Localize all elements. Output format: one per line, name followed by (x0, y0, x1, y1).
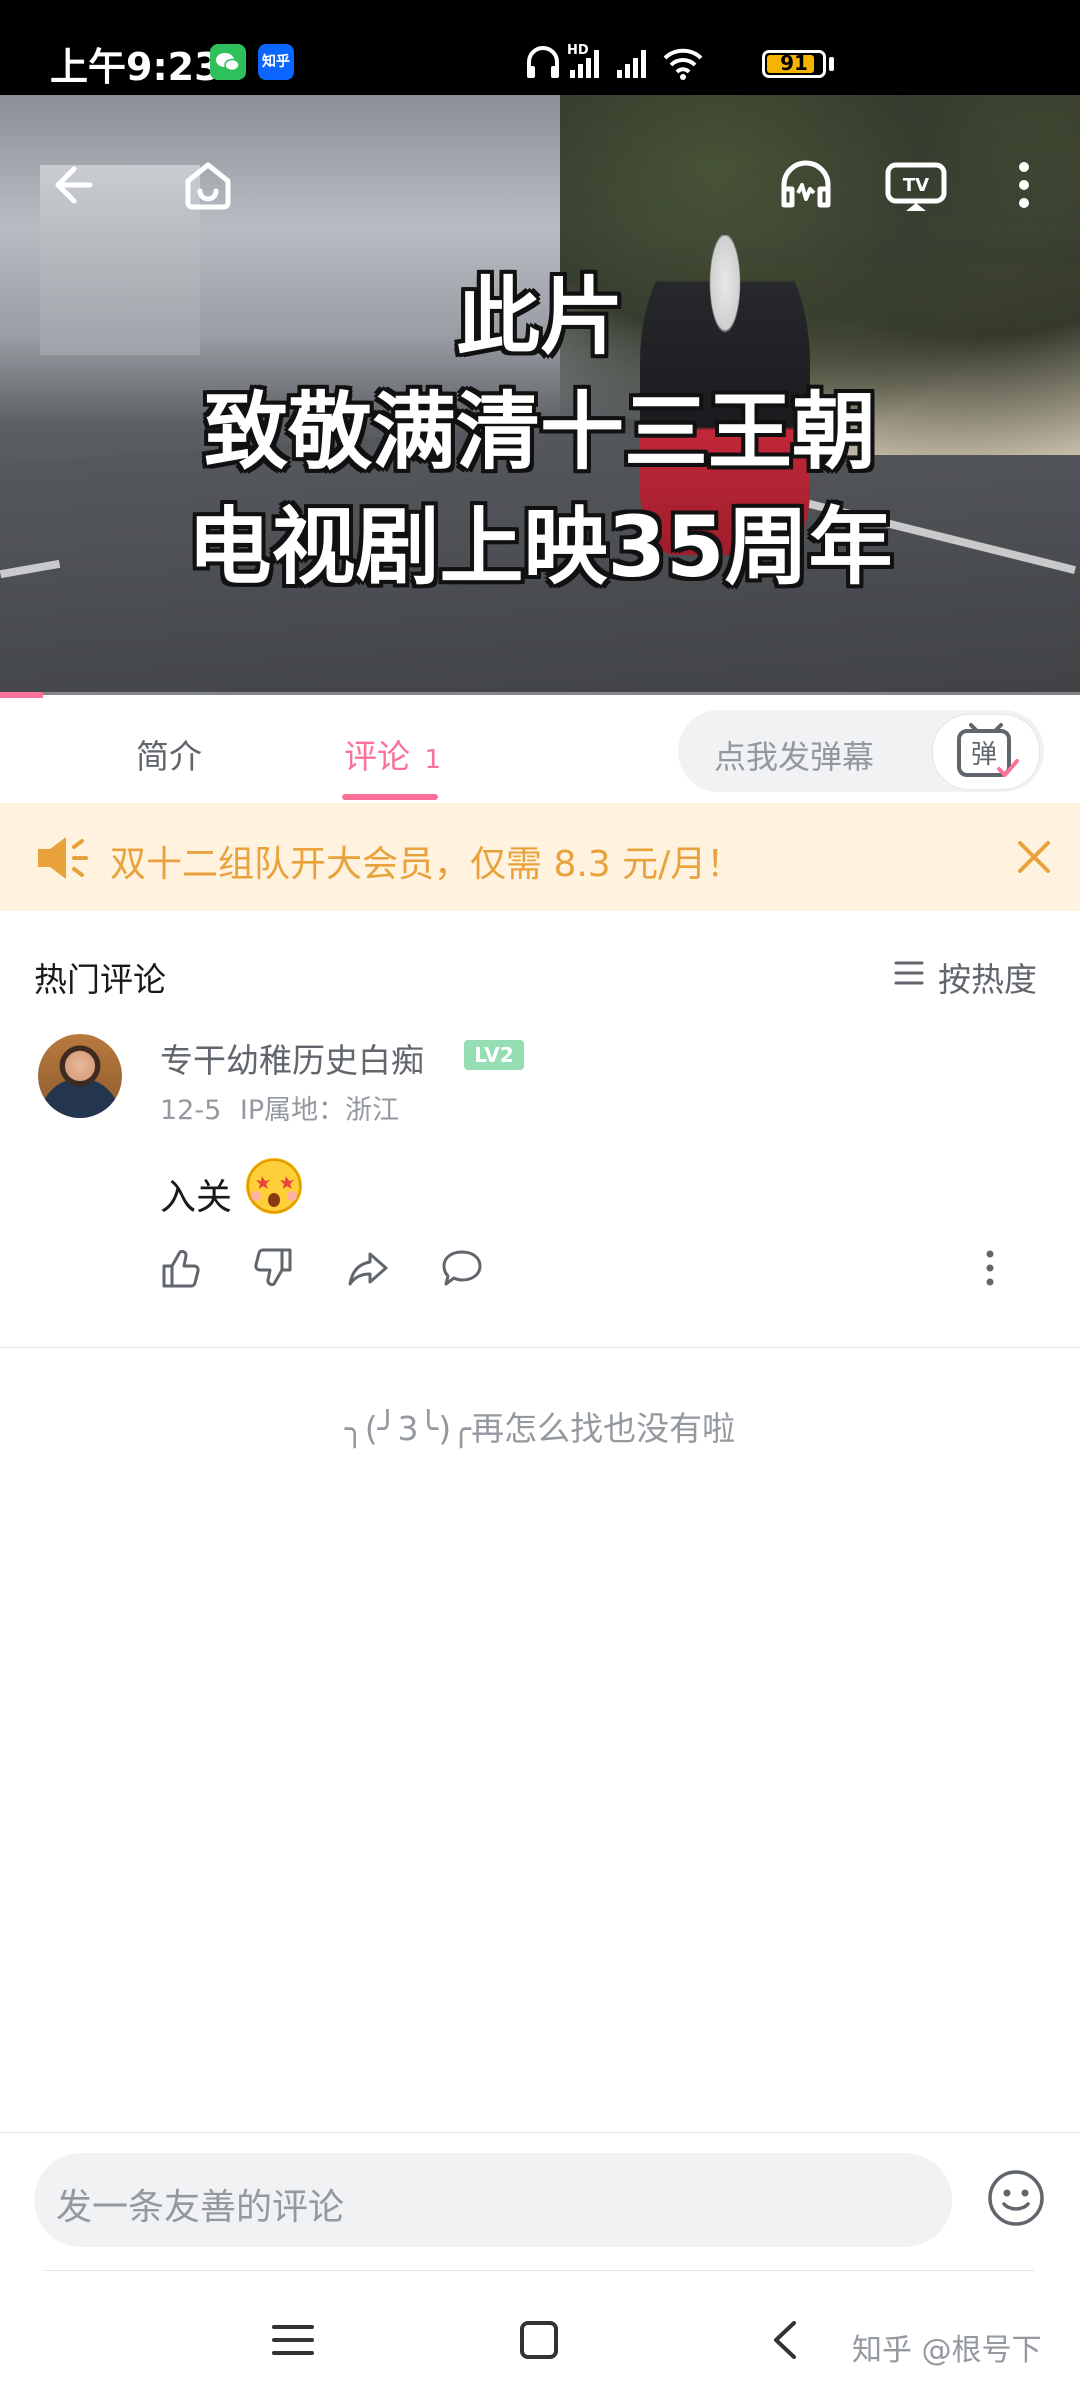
danmaku-icon: 弹 (957, 723, 1019, 777)
comment-meta: 12-5 IP属地：浙江 (160, 1088, 399, 1127)
wechat-icon (210, 44, 246, 80)
danmaku-button-label: 弹 (971, 740, 997, 770)
comment-more-icon[interactable] (978, 1246, 1002, 1290)
headphones-icon[interactable] (774, 153, 838, 217)
recent-apps-icon[interactable] (268, 2315, 318, 2365)
video-caption-line: 此片 (455, 268, 624, 366)
comment-date: 12-5 (160, 1095, 222, 1126)
tab-active-indicator (342, 794, 438, 800)
comments-section-title: 热门评论 (34, 960, 166, 999)
status-bar: 上午9:23 知乎 HD 91 (0, 0, 1080, 95)
banner-text: 双十二组队开大会员，仅需 8.3 元/月！ (110, 844, 743, 885)
comment-input-placeholder: 发一条友善的评论 (56, 2187, 345, 2228)
home-icon[interactable] (176, 153, 240, 217)
more-vertical-icon[interactable] (1000, 153, 1048, 217)
video-caption-line: 致敬满清十三王朝 (203, 383, 876, 481)
dislike-icon[interactable] (252, 1246, 296, 1290)
sort-list-icon (894, 961, 924, 985)
tab-intro[interactable]: 简介 (136, 730, 202, 778)
back-arrow-icon[interactable] (46, 153, 110, 217)
back-nav-icon[interactable] (762, 2315, 812, 2365)
reply-icon[interactable] (440, 1246, 484, 1290)
home-nav-icon[interactable] (514, 2315, 564, 2365)
emoji-picker-icon[interactable] (986, 2168, 1046, 2228)
comment-username[interactable]: 专干幼稚历史白痴 (160, 1034, 424, 1082)
svg-text:HD: HD (567, 43, 589, 58)
battery-tip (829, 57, 834, 71)
tab-comments-count: 1 (424, 745, 442, 775)
zhihu-icon: 知乎 (258, 44, 294, 80)
divider (0, 1347, 1080, 1348)
level-badge: LV2 (464, 1040, 524, 1070)
tab-comments-label: 评论 (344, 737, 410, 776)
divider (44, 2270, 1034, 2271)
status-time: 上午9:23 (50, 45, 221, 89)
sort-label: 按热度 (938, 960, 1037, 999)
avatar[interactable] (38, 1034, 122, 1118)
danmaku-placeholder: 点我发弹幕 (714, 738, 875, 776)
video-caption-line: 电视剧上映35周年 (187, 498, 893, 596)
tab-comments[interactable]: 评论 1 (344, 730, 441, 778)
share-icon[interactable] (346, 1246, 390, 1290)
speaker-icon (38, 837, 88, 879)
battery-level: 91 (780, 51, 808, 75)
comment-ip: IP属地：浙江 (239, 1095, 400, 1126)
status-indicators-icon: HD (527, 43, 703, 80)
end-of-list-text: ╮(╯3╰)╭再怎么找也没有啦 (344, 1409, 736, 1448)
like-icon[interactable] (158, 1246, 202, 1290)
battery-icon: 91 (762, 50, 826, 78)
shocked-face-emoji-icon (246, 1158, 302, 1214)
video-player[interactable]: 此片 致敬满清十三王朝 电视剧上映35周年 TV (0, 95, 1080, 695)
danmaku-input[interactable]: 点我发弹幕 弹 (678, 710, 1044, 792)
vip-promo-banner[interactable]: 双十二组队开大会员，仅需 8.3 元/月！ (0, 803, 1080, 911)
svg-text:TV: TV (903, 175, 929, 196)
tv-cast-icon[interactable]: TV (884, 153, 948, 217)
close-icon[interactable] (1014, 837, 1054, 877)
comment-text: 入关 (160, 1177, 233, 1218)
danmaku-send-button[interactable]: 弹 (932, 714, 1040, 790)
watermark-text: 知乎 @根号下 (852, 2333, 1042, 2368)
